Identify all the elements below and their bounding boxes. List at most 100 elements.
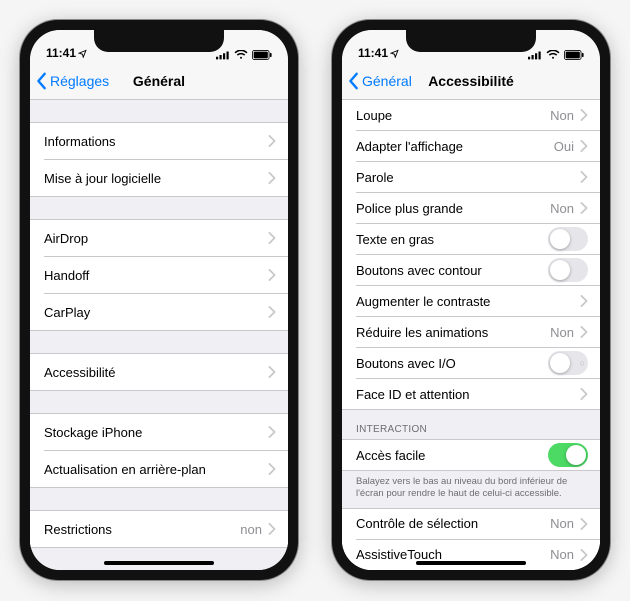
settings-row[interactable]: Face ID et attention — [342, 379, 600, 409]
settings-row[interactable]: Accès facile — [342, 440, 600, 470]
row-label: Police plus grande — [356, 201, 550, 216]
row-label: Augmenter le contraste — [356, 294, 580, 309]
row-label: AssistiveTouch — [356, 547, 550, 562]
row-label: Parole — [356, 170, 580, 185]
row-label: Réduire les animations — [356, 325, 550, 340]
row-label: Face ID et attention — [356, 387, 580, 402]
chevron-left-icon — [348, 72, 360, 90]
nav-bar: Général Accessibilité — [342, 62, 600, 100]
wifi-icon — [546, 50, 560, 60]
signal-icon — [216, 50, 230, 60]
chevron-right-icon — [268, 426, 276, 438]
chevron-right-icon — [580, 295, 588, 307]
chevron-right-icon — [268, 135, 276, 147]
phone-right: 11:41 Général Accessibilité LoupeNonAdap… — [332, 20, 610, 580]
chevron-right-icon — [580, 388, 588, 400]
back-button[interactable]: Général — [348, 72, 412, 90]
row-label: Accessibilité — [44, 365, 268, 380]
settings-row[interactable]: Boutons avec contour — [342, 255, 600, 285]
wifi-icon — [234, 50, 248, 60]
row-label: Boutons avec I/O — [356, 356, 548, 371]
row-value: Oui — [554, 139, 574, 154]
settings-group: AirDrop Handoff CarPlay — [30, 219, 288, 331]
settings-row[interactable]: AssistiveTouchNon — [342, 540, 600, 570]
settings-row[interactable]: Parole — [342, 162, 600, 192]
chevron-right-icon — [580, 171, 588, 183]
settings-row[interactable]: Stockage iPhone — [30, 414, 288, 450]
row-label: Loupe — [356, 108, 550, 123]
settings-row[interactable]: Contrôle de sélectionNon — [342, 509, 600, 539]
chevron-right-icon — [268, 523, 276, 535]
row-label: Adapter l'affichage — [356, 139, 554, 154]
row-label: AirDrop — [44, 231, 268, 246]
row-label: Stockage iPhone — [44, 425, 268, 440]
settings-row[interactable]: Réduire les animationsNon — [342, 317, 600, 347]
row-label: Mise à jour logicielle — [44, 171, 268, 186]
settings-row[interactable]: Restrictionsnon — [30, 511, 288, 547]
phone-left: 11:41 Réglages Général Informations Mise … — [20, 20, 298, 580]
settings-row[interactable]: Mise à jour logicielle — [30, 160, 288, 196]
row-label: Texte en gras — [356, 232, 548, 247]
chevron-right-icon — [268, 232, 276, 244]
row-value: Non — [550, 201, 574, 216]
row-value: non — [240, 522, 262, 537]
settings-row[interactable]: Boutons avec I/O ○ — [342, 348, 600, 378]
signal-icon — [528, 50, 542, 60]
settings-content[interactable]: Informations Mise à jour logicielle AirDro… — [30, 100, 288, 570]
chevron-right-icon — [268, 269, 276, 281]
settings-row[interactable]: LoupeNon — [342, 100, 600, 130]
chevron-right-icon — [268, 463, 276, 475]
settings-row[interactable]: Actualisation en arrière-plan — [30, 451, 288, 487]
row-label: Restrictions — [44, 522, 240, 537]
screen: 11:41 Réglages Général Informations Mise … — [30, 30, 288, 570]
battery-icon — [252, 50, 272, 60]
nav-bar: Réglages Général — [30, 62, 288, 100]
settings-group: Accessibilité — [30, 353, 288, 391]
status-time: 11:41 — [358, 46, 388, 60]
section-header-interaction: INTERACTION — [342, 410, 600, 439]
row-label: Actualisation en arrière-plan — [44, 462, 268, 477]
section-footer-interaction: Balayez vers le bas au niveau du bord in… — [342, 471, 600, 508]
home-indicator[interactable] — [416, 561, 526, 565]
home-indicator[interactable] — [104, 561, 214, 565]
settings-row[interactable]: Police plus grandeNon — [342, 193, 600, 223]
back-label: Général — [362, 73, 412, 89]
row-value: Non — [550, 325, 574, 340]
notch — [94, 30, 224, 52]
chevron-right-icon — [268, 172, 276, 184]
settings-row[interactable]: Accessibilité — [30, 354, 288, 390]
settings-group: Restrictionsnon — [30, 510, 288, 548]
row-value: Non — [550, 108, 574, 123]
status-time: 11:41 — [46, 46, 76, 60]
toggle-switch[interactable]: ○ — [548, 351, 588, 375]
settings-group: LoupeNonAdapter l'affichageOuiParolePoli… — [342, 100, 600, 410]
settings-row[interactable]: CarPlay — [30, 294, 288, 330]
toggle-switch[interactable] — [548, 258, 588, 282]
row-label: Handoff — [44, 268, 268, 283]
location-icon — [390, 49, 399, 58]
settings-row[interactable]: Informations — [30, 123, 288, 159]
settings-row[interactable]: AirDrop — [30, 220, 288, 256]
toggle-switch[interactable] — [548, 227, 588, 251]
row-label: Accès facile — [356, 448, 548, 463]
chevron-right-icon — [580, 202, 588, 214]
settings-row[interactable]: Texte en gras — [342, 224, 600, 254]
settings-row[interactable]: Augmenter le contraste — [342, 286, 600, 316]
chevron-right-icon — [580, 549, 588, 561]
settings-row[interactable]: Handoff — [30, 257, 288, 293]
settings-group: Informations Mise à jour logicielle — [30, 122, 288, 197]
row-label: Contrôle de sélection — [356, 516, 550, 531]
chevron-right-icon — [580, 326, 588, 338]
back-label: Réglages — [50, 73, 109, 89]
io-mark: ○ — [580, 358, 585, 368]
settings-content[interactable]: LoupeNonAdapter l'affichageOuiParolePoli… — [342, 100, 600, 570]
notch — [406, 30, 536, 52]
chevron-right-icon — [268, 306, 276, 318]
back-button[interactable]: Réglages — [36, 72, 109, 90]
settings-group: Stockage iPhone Actualisation en arrière-… — [30, 413, 288, 488]
screen: 11:41 Général Accessibilité LoupeNonAdap… — [342, 30, 600, 570]
battery-icon — [564, 50, 584, 60]
toggle-switch[interactable] — [548, 443, 588, 467]
row-label: Informations — [44, 134, 268, 149]
settings-row[interactable]: Adapter l'affichageOui — [342, 131, 600, 161]
